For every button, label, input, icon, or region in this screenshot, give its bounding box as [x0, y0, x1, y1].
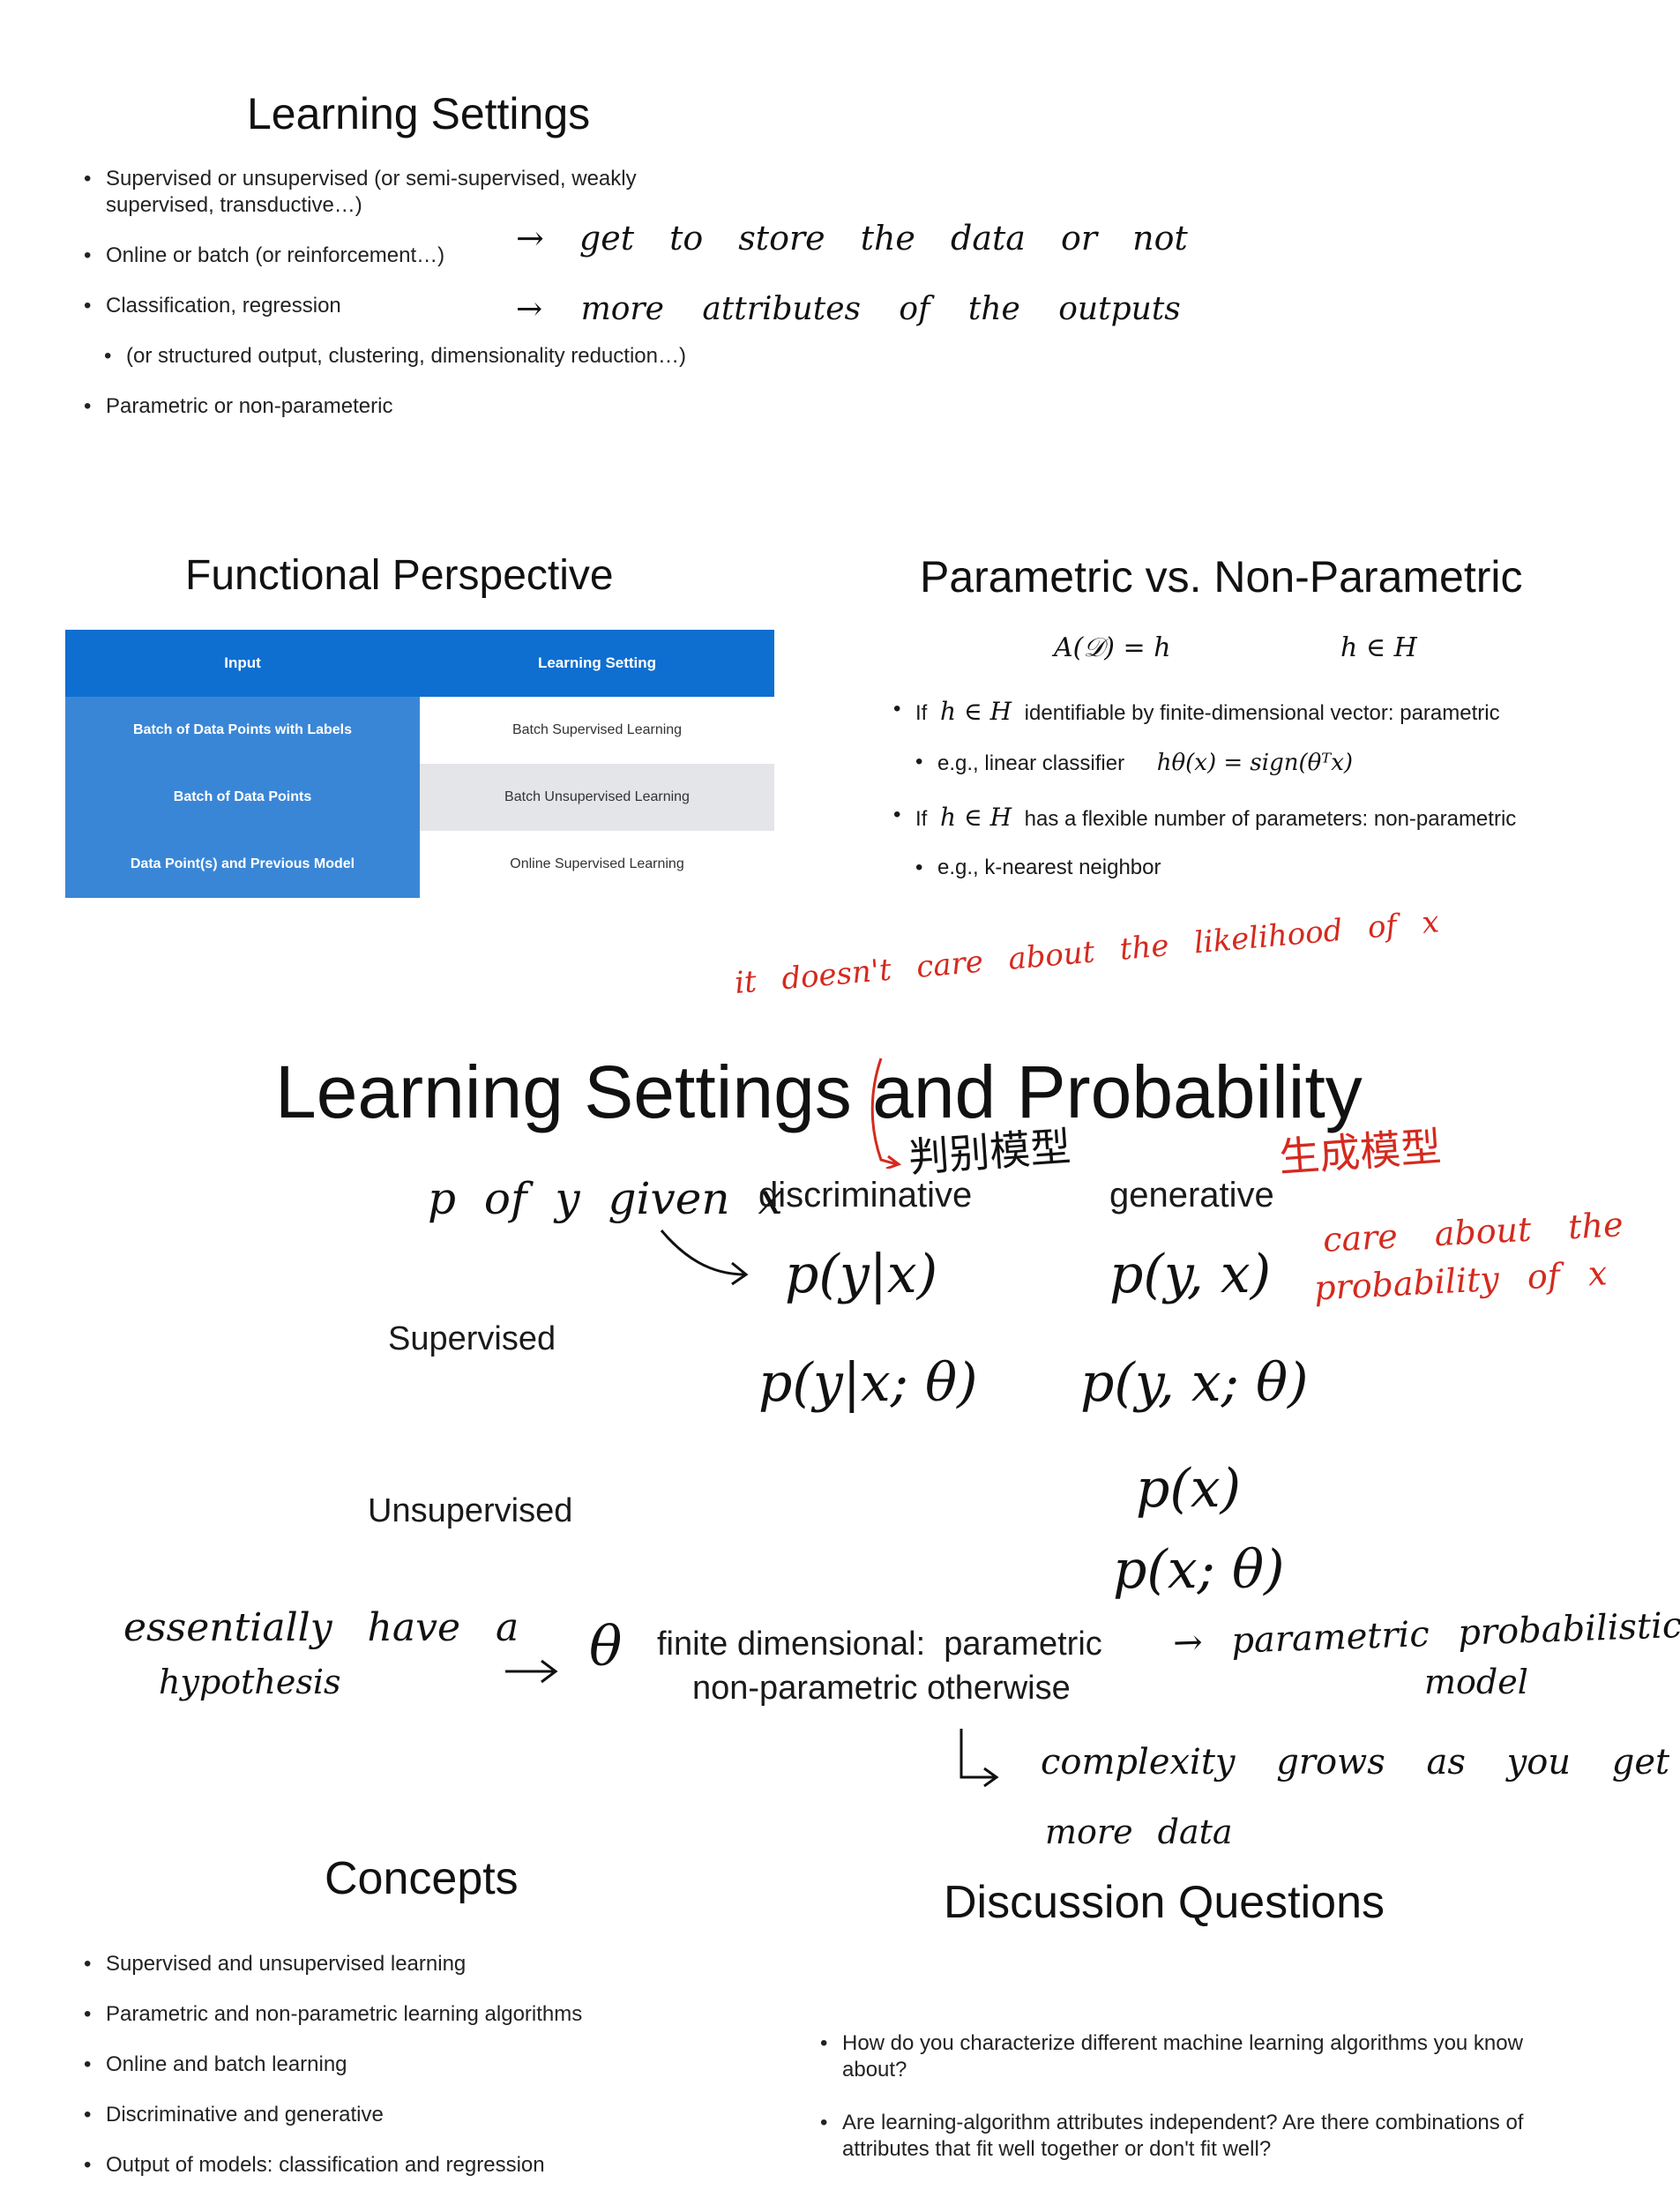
slide-title: Functional Perspective [185, 552, 614, 599]
table-row: Data Point(s) and Previous Model Online … [65, 831, 774, 898]
bullet-item: Output of models: classification and reg… [84, 2152, 545, 2179]
table-cell: Batch of Data Points with Labels [65, 697, 420, 764]
bullet-item: • If h ∈ H identifiable by finite-dimens… [893, 697, 1500, 726]
table-header: Learning Setting [420, 630, 774, 697]
bullet-item: Parametric or non-parameteric [84, 393, 392, 420]
handwritten-note: care about the [1322, 1205, 1624, 1259]
table-row: Batch of Data Points Batch Unsupervised … [65, 764, 774, 831]
slide-title: Learning Settings [247, 89, 591, 138]
handwritten-note: 生成模型 [1277, 1122, 1443, 1182]
formula: A(𝒟) = h [1054, 632, 1171, 663]
bullet-text: e.g., linear classifier [937, 751, 1125, 775]
formula: p(x; θ) [1113, 1539, 1285, 1601]
bullet-text: e.g., k-nearest neighbor [937, 856, 1161, 879]
inline-math: h ∈ H [940, 803, 1012, 832]
formula: p(y|x; θ) [758, 1352, 978, 1414]
handwritten-note: more data [1045, 1813, 1233, 1851]
table-header: Input [65, 630, 420, 697]
column-header: discriminative [758, 1176, 973, 1215]
table-cell: Batch Supervised Learning [511, 722, 683, 737]
table-cell: Batch Unsupervised Learning [420, 764, 774, 831]
slide-title: Parametric vs. Non-Parametric [920, 552, 1523, 602]
formula: p(y, x) [1109, 1244, 1272, 1305]
slide-title: Discussion Questions [944, 1877, 1385, 1928]
bullet-item: Supervised and unsupervised learning [84, 1951, 466, 1977]
formula: p(y|x) [785, 1244, 938, 1305]
slide-title: Concepts [325, 1853, 519, 1904]
annotation-arrow [505, 1659, 558, 1684]
handwritten-note: it doesn't care about the likelihood of … [733, 904, 1441, 1001]
functional-table: Input Learning Setting Batch of Data Poi… [65, 630, 774, 898]
parametric-text: finite dimensional: parametric [657, 1626, 1102, 1663]
handwritten-note: model [1424, 1663, 1528, 1701]
handwritten-note: hypothesis [159, 1663, 341, 1701]
annotation-arrow [959, 1729, 999, 1788]
handwritten-note: → more attributes of the outputs [516, 291, 1181, 327]
table-cell: Data Point(s) and Previous Model [65, 831, 420, 898]
bullet-text: If [915, 807, 928, 831]
parametric-text: non-parametric otherwise [692, 1670, 1071, 1707]
bullet-item: Online and batch learning [84, 2052, 347, 2078]
inline-math: h ∈ H [940, 697, 1012, 726]
handwritten-note: complexity grows as you get [1041, 1742, 1670, 1783]
handwritten-note: → get to store the data or not [516, 219, 1188, 258]
annotation-arrow [660, 1230, 749, 1286]
bullet-item: • e.g., linear classifier hθ(x) = sign(θ… [915, 750, 1353, 776]
bullet-item: Discriminative and generative [84, 2102, 384, 2128]
table-cell: Online Supervised Learning [510, 856, 684, 871]
handwritten-note: 判别模型 [907, 1122, 1072, 1182]
bullet-item: • If h ∈ H has a flexible number of para… [893, 803, 1517, 832]
inline-math: hθ(x) = sign(θᵀx) [1156, 750, 1353, 776]
bullet-item: Online or batch (or reinforcement…) [84, 243, 444, 269]
formula: p(x) [1136, 1458, 1242, 1520]
bullet-item: Supervised or unsupervised (or semi-supe… [84, 166, 688, 219]
bullet-item: (or structured output, clustering, dimen… [104, 343, 686, 370]
handwritten-note: p of y given x [428, 1173, 783, 1224]
table-header-row: Input Learning Setting [65, 630, 774, 697]
table-cell: Batch of Data Points [65, 764, 420, 831]
slide-title: Learning Settings and Probability [275, 1050, 1363, 1133]
formula: h ∈ H [1340, 632, 1417, 663]
handwritten-note: essentially have a [123, 1605, 519, 1650]
handwritten-note: probability of x [1313, 1253, 1609, 1308]
bullet-item: Are learning-algorithm attributes indepe… [820, 2110, 1548, 2163]
bullet-text: identifiable by finite-dimensional vecto… [1024, 701, 1500, 725]
bullet-item: Parametric and non-parametric learning a… [84, 2001, 582, 2028]
table-row: Batch of Data Points with Labels Batch S… [65, 697, 774, 764]
bullet-text: If [915, 701, 928, 725]
bullet-item: • e.g., k-nearest neighbor [915, 856, 1161, 879]
column-header: generative [1109, 1176, 1274, 1215]
bullet-item: How do you characterize different machin… [820, 2030, 1548, 2083]
theta-symbol: θ [589, 1614, 623, 1678]
row-label: Unsupervised [368, 1492, 573, 1529]
bullet-item: Classification, regression [84, 293, 341, 319]
bullet-text: has a flexible number of parameters: non… [1024, 807, 1517, 831]
handwritten-note: → parametric probabilistic [1172, 1604, 1680, 1664]
row-label: Supervised [388, 1320, 556, 1357]
formula: p(y, x; θ) [1080, 1352, 1309, 1414]
